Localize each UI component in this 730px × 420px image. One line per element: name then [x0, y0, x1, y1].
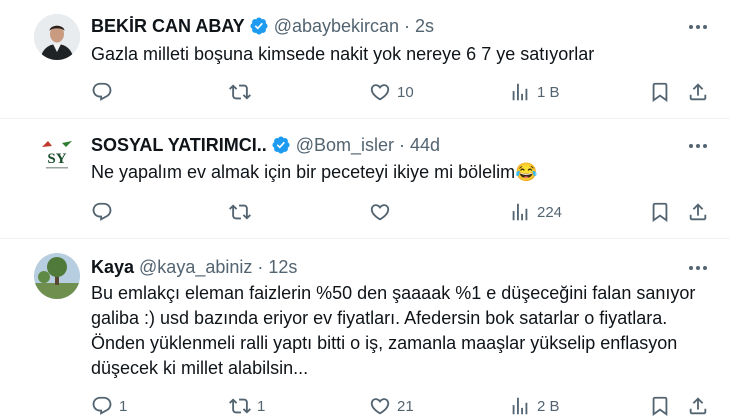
- share-button[interactable]: [687, 394, 709, 418]
- avatar-photo: [34, 14, 80, 60]
- views-button[interactable]: 224: [509, 200, 562, 224]
- display-name[interactable]: SOSYAL YATIRIMCI..: [91, 134, 267, 156]
- avatar[interactable]: SY: [34, 133, 80, 179]
- view-count: 1 B: [537, 83, 560, 101]
- reply-icon: [91, 81, 113, 103]
- tweet-text-line: Önden yüklenmeli ralli yaptı bitti o iş,…: [91, 333, 678, 353]
- action-bar: 1 1 21 2 B: [91, 394, 719, 418]
- more-options-icon[interactable]: [686, 136, 710, 156]
- separator-dot: ·: [399, 135, 406, 155]
- like-count: 10: [397, 83, 414, 101]
- reply-icon: [91, 201, 113, 223]
- avatar[interactable]: [34, 253, 80, 299]
- timestamp[interactable]: 12s: [268, 256, 297, 278]
- like-icon: [369, 201, 391, 223]
- bookmark-icon: [649, 81, 671, 103]
- reply-icon: [91, 395, 113, 417]
- retweet-button[interactable]: 1: [229, 394, 265, 418]
- view-count: 224: [537, 203, 563, 221]
- bookmark-button[interactable]: [649, 394, 671, 418]
- reply-button[interactable]: [91, 200, 119, 224]
- reply-count: 1: [119, 397, 128, 415]
- like-button[interactable]: 10: [369, 80, 414, 104]
- views-icon: [509, 201, 531, 223]
- verified-badge-icon: [249, 16, 269, 36]
- more-options-icon[interactable]: [686, 17, 710, 37]
- share-icon: [687, 81, 709, 103]
- bookmark-icon: [649, 395, 671, 417]
- tweet-3[interactable]: Kaya @kaya_abiniz · 12s Bu emlakçı elema…: [0, 239, 730, 420]
- tweet-text-line: galiba :) usd bazında eriyor ev fiyatlar…: [91, 308, 668, 328]
- avatar-logo: SY: [34, 133, 80, 179]
- retweet-count: 1: [257, 397, 266, 415]
- share-button[interactable]: [687, 80, 709, 104]
- like-icon: [369, 81, 391, 103]
- share-button[interactable]: [687, 200, 709, 224]
- like-button[interactable]: [369, 200, 397, 224]
- view-count: 2 B: [537, 397, 560, 415]
- tweet-text-line: Bu emlakçı eleman faizlerin %50 den şaaa…: [91, 283, 696, 303]
- tweet-text-line: düşecek ki millet alabilsin...: [91, 358, 309, 378]
- bookmark-icon: [649, 201, 671, 223]
- timestamp[interactable]: 44d: [410, 134, 440, 156]
- tweet-1[interactable]: BEKİR CAN ABAY @abaybekircan · 2s Gazla …: [0, 0, 730, 119]
- bookmark-button[interactable]: [649, 200, 671, 224]
- separator-dot: ·: [404, 16, 411, 36]
- views-button[interactable]: 1 B: [509, 80, 560, 104]
- like-button[interactable]: 21: [369, 394, 414, 418]
- display-name[interactable]: BEKİR CAN ABAY: [91, 15, 245, 37]
- retweet-button[interactable]: [229, 80, 257, 104]
- user-handle[interactable]: @abaybekircan: [274, 15, 399, 37]
- separator-dot: ·: [257, 257, 264, 277]
- more-options-icon[interactable]: [686, 258, 710, 278]
- action-bar: 224: [91, 200, 719, 224]
- user-handle[interactable]: @kaya_abiniz: [139, 256, 252, 278]
- retweet-icon: [229, 395, 251, 417]
- avatar-photo: [34, 253, 80, 299]
- reply-button[interactable]: [91, 80, 119, 104]
- user-handle[interactable]: @Bom_isler: [296, 134, 394, 156]
- tweet-text: Bu emlakçı eleman faizlerin %50 den şaaa…: [91, 281, 711, 381]
- avatar[interactable]: [34, 14, 80, 60]
- verified-badge-icon: [271, 135, 291, 155]
- bookmark-button[interactable]: [649, 80, 671, 104]
- share-icon: [687, 201, 709, 223]
- views-button[interactable]: 2 B: [509, 394, 560, 418]
- retweet-icon: [229, 81, 251, 103]
- views-icon: [509, 395, 531, 417]
- action-bar: 10 1 B: [91, 80, 719, 104]
- views-icon: [509, 81, 531, 103]
- tweet-text: Gazla milleti boşuna kimsede nakit yok n…: [91, 44, 595, 64]
- timestamp[interactable]: 2s: [415, 15, 434, 37]
- retweet-button[interactable]: [229, 200, 257, 224]
- retweet-icon: [229, 201, 251, 223]
- tweet-text: Ne yapalım ev almak için bir peceteyi ik…: [91, 162, 538, 182]
- tweet-2[interactable]: SY SOSYAL YATIRIMCI.. @Bom_isler · 44d N…: [0, 119, 730, 239]
- reply-button[interactable]: 1: [91, 394, 127, 418]
- share-icon: [687, 395, 709, 417]
- avatar-logo-text: SY: [47, 151, 66, 167]
- display-name[interactable]: Kaya: [91, 256, 134, 278]
- like-count: 21: [397, 397, 414, 415]
- like-icon: [369, 395, 391, 417]
